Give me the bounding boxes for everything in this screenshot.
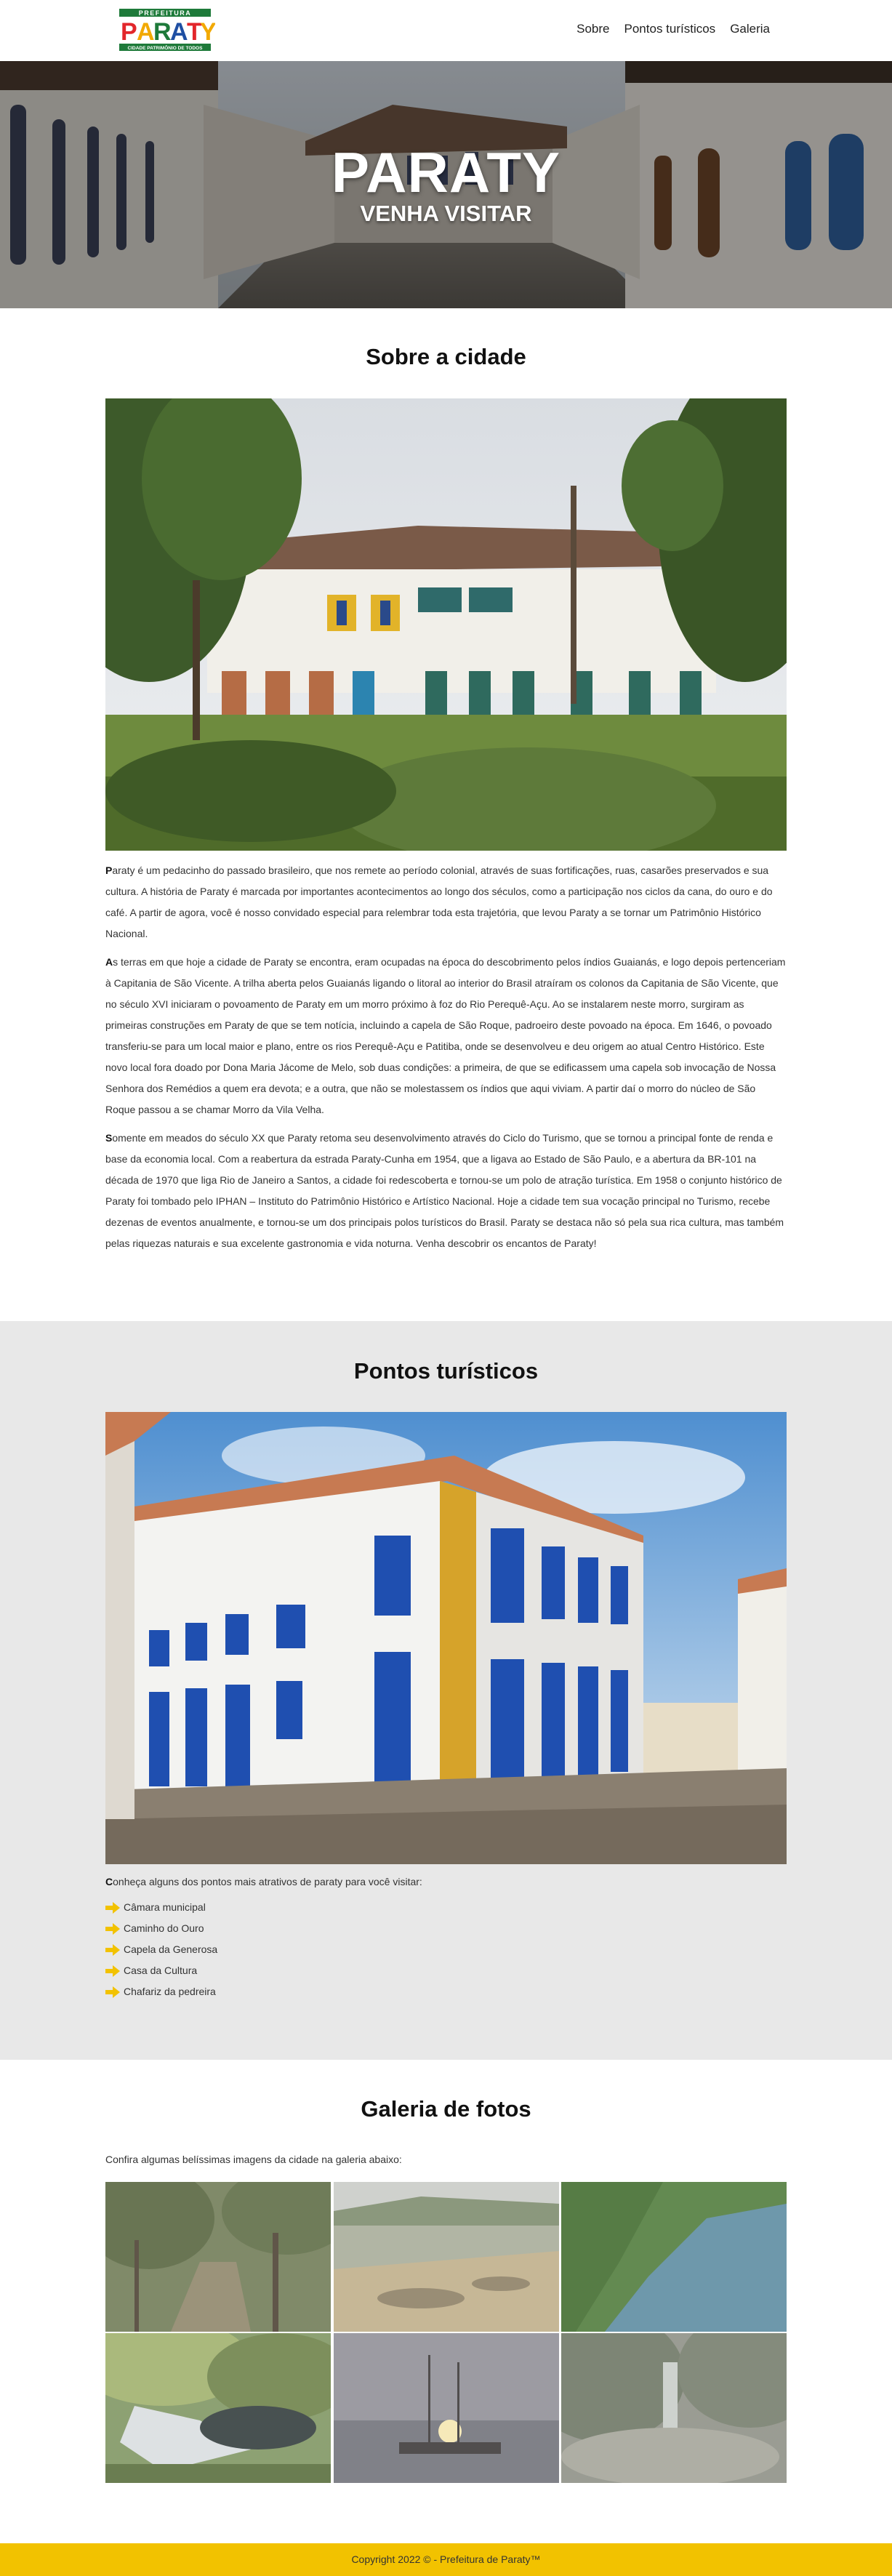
list-item[interactable]: Caminho do Ouro <box>105 1918 787 1939</box>
paragraph-text: araty é um pedacinho do passado brasilei… <box>105 864 773 939</box>
drop-letter: S <box>105 1132 113 1144</box>
list-item-label: Caminho do Ouro <box>124 1922 204 1934</box>
paragraph-text: s terras em que hoje a cidade de Paraty … <box>105 956 786 1115</box>
footer-copyright: Copyright 2022 © - Prefeitura de Paraty™ <box>351 2553 541 2565</box>
drop-letter: P <box>105 864 113 876</box>
galeria-text: Confira algumas belíssimas imagens da ci… <box>105 2149 787 2178</box>
svg-text:Y: Y <box>200 18 215 46</box>
svg-text:A: A <box>137 18 155 46</box>
list-item-label: Casa da Cultura <box>124 1965 198 1976</box>
site-header: PREFEITURA P A R A T Y CIDADE PATRIMÔNIO… <box>0 0 892 61</box>
gallery-photo-6[interactable] <box>561 2333 787 2483</box>
nav-link-pontos-turisticos[interactable]: Pontos turísticos <box>624 22 716 36</box>
list-item[interactable]: Casa da Cultura <box>105 1960 787 1981</box>
gallery-photo-2[interactable] <box>334 2182 559 2332</box>
svg-text:R: R <box>153 18 172 46</box>
sobre-paragraph-2: As terras em que hoje a cidade de Paraty… <box>105 952 787 1120</box>
list-item[interactable]: Capela da Generosa <box>105 1939 787 1960</box>
svg-text:CIDADE PATRIMÔNIO DE TODOS: CIDADE PATRIMÔNIO DE TODOS <box>128 44 204 51</box>
gallery-photo-3[interactable] <box>561 2182 787 2332</box>
pontos-title: Pontos turísticos <box>353 1358 539 1384</box>
list-item-label: Chafariz da pedreira <box>124 1986 216 1997</box>
galeria-title: Galeria de fotos <box>361 2096 531 2122</box>
site-footer: Copyright 2022 © - Prefeitura de Paraty™ <box>0 2543 892 2576</box>
sobre-text: Paraty é um pedacinho do passado brasile… <box>105 860 787 1261</box>
photo-gallery <box>105 2182 787 2483</box>
paragraph-text: omente em meados do século XX que Paraty… <box>105 1132 784 1249</box>
gallery-photo-4[interactable] <box>105 2333 331 2483</box>
paragraph-text: onheça alguns dos pontos mais atrativos … <box>113 1876 422 1887</box>
sobre-paragraph-3: Somente em meados do século XX que Parat… <box>105 1128 787 1254</box>
pontos-photo <box>105 1412 787 1864</box>
sobre-title: Sobre a cidade <box>366 344 526 369</box>
hero-banner: PARATY VENHA VISITAR <box>0 61 892 308</box>
hero-title: PARATY <box>331 140 561 204</box>
nav-link-galeria[interactable]: Galeria <box>730 22 770 36</box>
svg-text:PREFEITURA: PREFEITURA <box>139 9 192 17</box>
arrow-right-icon <box>105 1922 120 1935</box>
svg-text:A: A <box>170 18 188 46</box>
arrow-right-icon <box>105 1943 120 1956</box>
list-item[interactable]: Câmara municipal <box>105 1897 787 1918</box>
pontos-list: Câmara municipal Caminho do Ouro Capela … <box>105 1897 787 2002</box>
pontos-text: Conheça alguns dos pontos mais atrativos… <box>105 1871 787 2002</box>
arrow-right-icon <box>105 1986 120 1998</box>
hero-subtitle: VENHA VISITAR <box>360 201 532 226</box>
gallery-photo-5[interactable] <box>334 2333 559 2483</box>
pontos-intro: Conheça alguns dos pontos mais atrativos… <box>105 1871 787 1893</box>
sobre-photo <box>105 398 787 851</box>
gallery-photo-1[interactable] <box>105 2182 331 2332</box>
arrow-right-icon <box>105 1901 120 1914</box>
arrow-right-icon <box>105 1965 120 1977</box>
paraty-logo[interactable]: PREFEITURA P A R A T Y CIDADE PATRIMÔNIO… <box>115 7 215 54</box>
drop-letter: A <box>105 956 113 968</box>
galeria-intro: Confira algumas belíssimas imagens da ci… <box>105 2154 402 2165</box>
main-nav: Sobre Pontos turísticos Galeria <box>576 22 770 36</box>
list-item-label: Capela da Generosa <box>124 1943 218 1955</box>
list-item[interactable]: Chafariz da pedreira <box>105 1981 787 2002</box>
svg-text:P: P <box>121 18 137 46</box>
nav-link-sobre[interactable]: Sobre <box>576 22 609 36</box>
list-item-label: Câmara municipal <box>124 1901 206 1913</box>
drop-letter: C <box>105 1876 113 1887</box>
sobre-paragraph-1: Paraty é um pedacinho do passado brasile… <box>105 860 787 944</box>
